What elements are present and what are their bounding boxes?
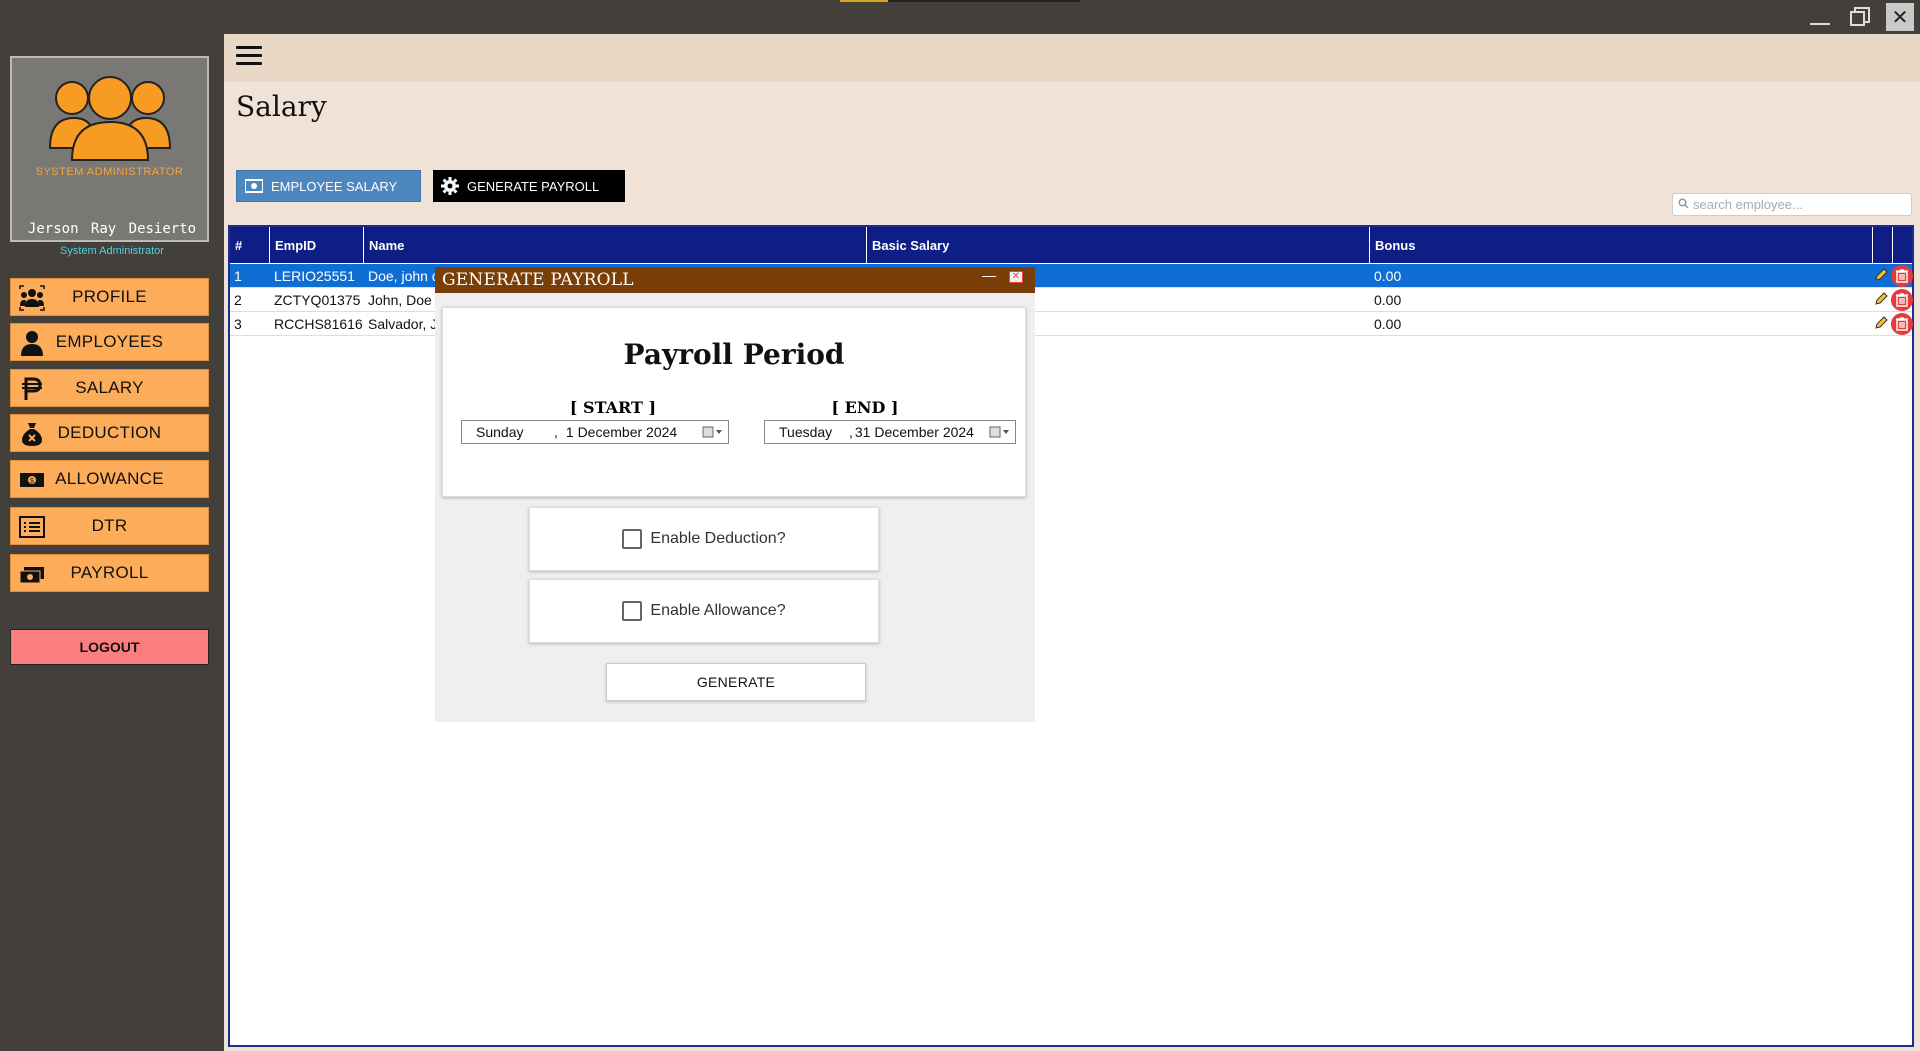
window-close-button[interactable]: ✕	[1886, 3, 1914, 31]
window-minimize-button[interactable]	[1806, 3, 1834, 31]
sidebar-item-payroll[interactable]: PAYROLL	[10, 554, 209, 592]
delete-button[interactable]	[1891, 289, 1913, 311]
payroll-icon	[19, 567, 44, 584]
sidebar: SYSTEM ADMINISTRATOR Jerson Ray Desierto…	[0, 34, 224, 1051]
hamburger-line	[236, 54, 262, 57]
cell-num: 1	[234, 268, 242, 284]
gear-icon	[441, 177, 459, 195]
end-date: 31 December 2024	[854, 424, 974, 440]
column-header-edit	[1873, 227, 1893, 263]
top-bar	[224, 34, 1920, 82]
enable-allowance-label: Enable Allowance?	[650, 602, 786, 619]
column-header-basic-salary[interactable]: Basic Salary	[867, 227, 1370, 263]
payroll-period-card: Payroll Period [ START ] [ END ] Sunday …	[442, 307, 1026, 497]
start-date-picker[interactable]: Sunday , 1 December 2024	[461, 420, 729, 444]
team-icon	[19, 285, 45, 311]
calendar-dropdown-icon[interactable]	[702, 425, 724, 439]
pencil-icon[interactable]	[1873, 291, 1889, 307]
logout-button[interactable]: LOGOUT	[10, 629, 209, 665]
svg-text:$: $	[30, 478, 34, 485]
avatar: SYSTEM ADMINISTRATOR	[10, 56, 209, 242]
employee-salary-label: EMPLOYEE SALARY	[271, 178, 398, 194]
checkbox-icon[interactable]	[622, 601, 643, 621]
minimize-icon	[1810, 23, 1830, 25]
page-title: Salary	[236, 90, 327, 123]
end-day: Tuesday	[779, 424, 833, 440]
cell-bonus: 0.00	[1374, 292, 1402, 308]
dialog-minimize-button[interactable]: —	[981, 268, 997, 286]
hamburger-line	[236, 62, 262, 65]
enable-deduction-checkbox[interactable]: Enable Deduction?	[529, 507, 879, 571]
table-header: # EmpID Name Basic Salary Bonus	[230, 227, 1912, 263]
peso-icon	[22, 377, 42, 400]
generate-payroll-dialog: GENERATE PAYROLL — ✕ Payroll Period [ ST…	[435, 267, 1035, 722]
cash-icon: $	[20, 473, 44, 487]
user-name: Jerson Ray Desierto	[27, 221, 197, 237]
delete-button[interactable]	[1891, 313, 1913, 335]
cash-icon	[245, 179, 263, 193]
column-header-num[interactable]: #	[230, 227, 270, 263]
avatar-caption: SYSTEM ADMINISTRATOR	[35, 166, 184, 178]
money-bag-icon	[22, 423, 42, 446]
generate-button[interactable]: GENERATE	[606, 663, 866, 701]
menu-toggle-button[interactable]	[236, 46, 262, 68]
start-label: [ START ]	[569, 398, 657, 417]
trash-icon	[1896, 317, 1908, 331]
titlebar-accent	[840, 0, 888, 2]
hamburger-line	[236, 46, 262, 49]
cell-num: 3	[234, 316, 242, 332]
search-input[interactable]: search employee...	[1672, 193, 1912, 216]
sidebar-item-allowance[interactable]: $ ALLOWANCE	[10, 460, 209, 498]
payroll-period-title: Payroll Period	[623, 338, 845, 371]
titlebar-accent-dark	[888, 0, 1080, 2]
trash-icon	[1896, 293, 1908, 307]
window-titlebar: ✕	[0, 0, 1920, 34]
sidebar-item-deduction[interactable]: DEDUCTION	[10, 414, 209, 452]
start-day: Sunday	[476, 424, 524, 440]
admin-group-icon	[48, 76, 172, 161]
cell-bonus: 0.00	[1374, 316, 1402, 332]
column-header-empid[interactable]: EmpID	[270, 227, 364, 263]
restore-icon	[1850, 7, 1870, 26]
end-date-picker[interactable]: Tuesday , 31 December 2024	[764, 420, 1016, 444]
sidebar-item-employees[interactable]: EMPLOYEES	[10, 323, 209, 361]
enable-deduction-label: Enable Deduction?	[650, 530, 786, 547]
cell-empid: LERIO25551	[274, 268, 355, 284]
user-role: System Administrator	[60, 245, 164, 257]
sidebar-item-salary[interactable]: SALARY	[10, 369, 209, 407]
cell-empid: ZCTYQ01375	[274, 292, 361, 308]
checkbox-icon[interactable]	[622, 529, 643, 549]
window-restore-button[interactable]	[1846, 3, 1874, 31]
trash-icon	[1896, 269, 1908, 283]
generate-payroll-label: GENERATE PAYROLL	[467, 178, 600, 194]
cell-bonus: 0.00	[1374, 268, 1402, 284]
sidebar-item-dtr[interactable]: DTR	[10, 507, 209, 545]
cell-empid: RCCHS81616	[274, 316, 363, 332]
pencil-icon[interactable]	[1873, 267, 1889, 283]
search-icon	[1678, 198, 1689, 209]
end-label: [ END ]	[831, 398, 899, 417]
generate-payroll-button[interactable]: GENERATE PAYROLL	[433, 170, 625, 202]
employee-salary-button[interactable]: EMPLOYEE SALARY	[236, 170, 421, 202]
list-icon	[19, 516, 45, 538]
column-header-bonus[interactable]: Bonus	[1370, 227, 1873, 263]
dialog-close-button[interactable]: ✕	[1009, 271, 1023, 283]
enable-allowance-checkbox[interactable]: Enable Allowance?	[529, 579, 879, 643]
dialog-title[interactable]: GENERATE PAYROLL	[435, 267, 1035, 293]
search-placeholder: search employee...	[1693, 197, 1803, 212]
start-date: 1 December 2024	[565, 424, 678, 440]
cell-num: 2	[234, 292, 242, 308]
sidebar-item-profile[interactable]: PROFILE	[10, 278, 209, 316]
pencil-icon[interactable]	[1873, 315, 1889, 331]
column-header-name[interactable]: Name	[364, 227, 867, 263]
person-icon	[21, 331, 43, 356]
date-separator: ,	[554, 424, 558, 440]
date-separator: ,	[849, 424, 853, 440]
delete-button[interactable]	[1891, 265, 1913, 287]
calendar-dropdown-icon[interactable]	[989, 425, 1011, 439]
